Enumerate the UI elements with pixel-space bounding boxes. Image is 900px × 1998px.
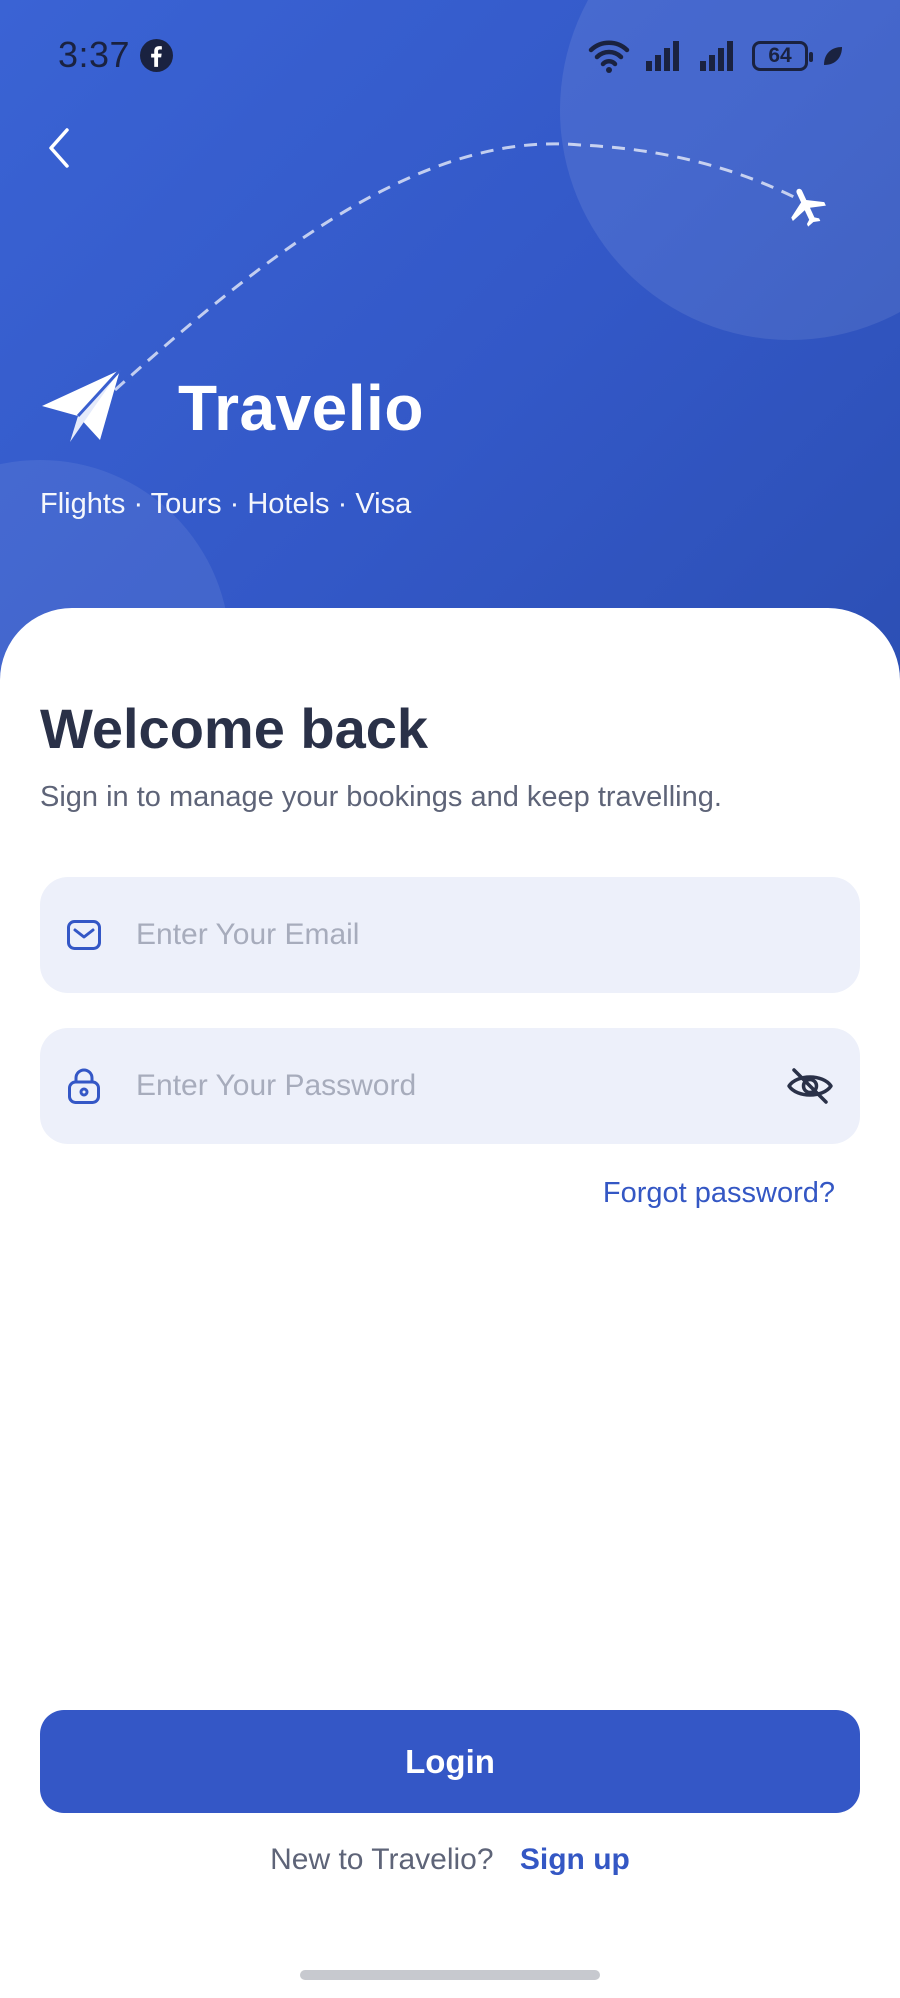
status-icons: 64 — [588, 36, 844, 76]
password-input[interactable] — [136, 1056, 760, 1116]
battery-icon: 64 — [752, 41, 813, 71]
paper-plane-logo-icon — [42, 368, 122, 442]
forgot-password-link[interactable]: Forgot password? — [603, 1177, 835, 1210]
battery-level: 64 — [768, 44, 792, 67]
signal-icon — [646, 41, 679, 71]
leaf-icon — [824, 47, 842, 65]
signup-link[interactable]: Sign up — [520, 1843, 630, 1876]
signup-prompt: New to Travelio? — [270, 1843, 494, 1876]
back-button[interactable] — [30, 118, 90, 178]
brand: Travelio — [40, 368, 424, 448]
tagline: Flights · Tours · Hotels · Visa — [40, 488, 412, 520]
signal-icon — [700, 41, 733, 71]
page-subtitle: Sign in to manage your bookings and keep… — [40, 781, 722, 813]
page-title: Welcome back — [40, 697, 429, 760]
airplane-icon — [791, 188, 826, 227]
lock-icon — [64, 1066, 104, 1106]
status-time: 3:37 — [58, 34, 131, 75]
eye-off-icon — [787, 1068, 833, 1104]
email-input[interactable] — [136, 905, 760, 965]
facebook-icon — [140, 39, 173, 72]
status-bar: 3:37 64 — [0, 0, 900, 110]
toggle-password-visibility[interactable] — [782, 1058, 838, 1114]
brand-name: Travelio — [178, 372, 424, 444]
login-button[interactable]: Login — [40, 1710, 860, 1813]
wifi-icon — [588, 40, 630, 73]
email-field[interactable] — [40, 877, 860, 993]
home-indicator[interactable] — [300, 1970, 600, 1980]
mail-icon — [64, 915, 104, 955]
chevron-left-icon — [49, 128, 69, 168]
password-field[interactable] — [40, 1028, 860, 1144]
signup-row: New to Travelio? Sign up — [0, 1843, 900, 1877]
